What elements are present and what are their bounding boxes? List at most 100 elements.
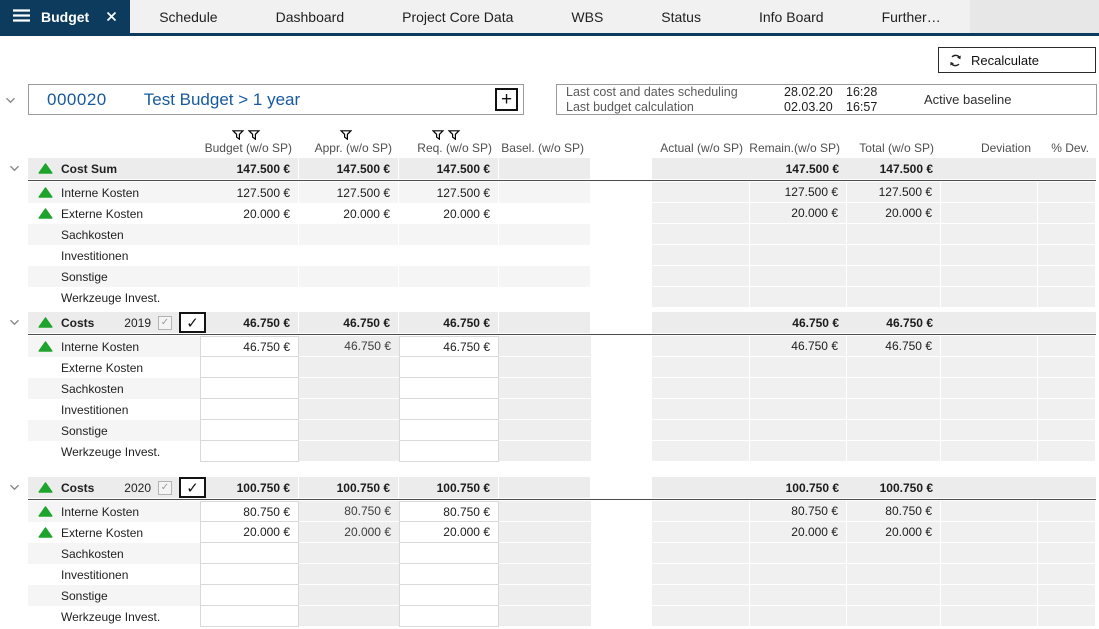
tab-budget[interactable]: Budget	[0, 0, 130, 33]
expand-chevron-icon[interactable]	[9, 484, 20, 491]
column-gap	[591, 477, 652, 498]
close-icon[interactable]	[106, 11, 117, 22]
column-header-budget[interactable]: Budget (w/o SP)	[200, 120, 299, 158]
cell-pdev	[1038, 312, 1096, 333]
info-label: Last cost and dates scheduling	[566, 85, 784, 99]
cell-budget[interactable]	[200, 543, 299, 564]
cell-budget[interactable]	[200, 564, 299, 585]
cell-req[interactable]	[399, 420, 499, 441]
recalculate-button[interactable]: Recalculate	[938, 47, 1096, 73]
cell-budget[interactable]	[200, 441, 299, 462]
project-name[interactable]: Test Budget > 1 year	[144, 90, 300, 110]
column-header-basel[interactable]: Basel. (w/o SP)	[499, 120, 591, 158]
column-gap	[591, 245, 652, 266]
tab-dashboard[interactable]: Dashboard	[247, 0, 374, 33]
cell-remain	[750, 266, 847, 287]
cell-budget: 147.500 €	[200, 158, 299, 179]
cell-budget[interactable]	[200, 420, 299, 441]
cell-budget[interactable]	[200, 606, 299, 627]
cell-appr: 20.000 €	[299, 522, 399, 543]
hamburger-icon[interactable]	[13, 9, 30, 25]
cell-req[interactable]: 80.750 €	[399, 501, 499, 522]
cell-remain	[750, 543, 847, 564]
tab-wbs[interactable]: WBS	[542, 0, 632, 33]
info-label: Last budget calculation	[566, 100, 784, 114]
tab-further[interactable]: Further…	[853, 0, 970, 33]
tab-project-core-data[interactable]: Project Core Data	[373, 0, 542, 33]
baseline-checkbox[interactable]: ✓	[158, 316, 172, 330]
cell-req[interactable]	[399, 606, 499, 627]
filter-icons	[232, 127, 260, 137]
table-row: Werkzeuge Invest.	[0, 441, 1096, 462]
expand-chevron-icon[interactable]	[9, 165, 20, 172]
tab-status[interactable]: Status	[632, 0, 730, 33]
cell-req[interactable]: 46.750 €	[399, 336, 499, 357]
cell-req[interactable]	[399, 564, 499, 585]
cell-req[interactable]	[399, 543, 499, 564]
tabbar-trailing-area	[970, 0, 1099, 33]
cell-req[interactable]	[399, 399, 499, 420]
column-gap	[591, 287, 652, 308]
cell-pdev	[1038, 585, 1096, 606]
trend-up-icon	[38, 482, 53, 493]
cell-actual	[652, 182, 750, 203]
approval-checkbox[interactable]: ✓	[179, 312, 206, 333]
cell-budget[interactable]: 80.750 €	[200, 501, 299, 522]
row-label-cell: Investitionen	[28, 245, 200, 266]
cell-budget[interactable]: 20.000 €	[200, 522, 299, 543]
info-date: 02.03.20	[784, 100, 846, 114]
cell-budget[interactable]	[200, 357, 299, 378]
cell-appr: 46.750 €	[299, 336, 399, 357]
cell-remain: 46.750 €	[750, 336, 847, 357]
row-label-cell: Externe Kosten	[28, 203, 200, 224]
project-collapse-chevron-icon[interactable]	[5, 91, 16, 109]
row-label-cell: Sachkosten	[28, 224, 200, 245]
cell-req[interactable]	[399, 585, 499, 606]
cell-req[interactable]	[399, 378, 499, 399]
trend-up-icon	[38, 317, 53, 328]
row-gutter	[0, 441, 28, 462]
filter-icons	[340, 127, 352, 137]
tab-schedule[interactable]: Schedule	[130, 0, 246, 33]
info-time: 16:57	[846, 100, 894, 114]
cell-deviation	[941, 522, 1038, 543]
baseline-checkbox[interactable]: ✓	[158, 481, 172, 495]
add-budget-button[interactable]: +	[495, 88, 518, 111]
cell-budget[interactable]	[200, 585, 299, 606]
table-row: Investitionen	[0, 245, 1096, 266]
cell-budget[interactable]	[200, 399, 299, 420]
column-header-appr[interactable]: Appr. (w/o SP)	[299, 120, 399, 158]
cell-req[interactable]	[399, 357, 499, 378]
cell-basel	[499, 543, 591, 564]
column-header-req[interactable]: Req. (w/o SP)	[399, 120, 499, 158]
trend-up-icon	[38, 527, 53, 538]
row-label: Externe Kosten	[61, 207, 143, 221]
tab-info-board[interactable]: Info Board	[730, 0, 853, 33]
cell-actual	[652, 585, 750, 606]
column-header-deviation[interactable]: Deviation	[941, 120, 1038, 158]
cell-remain	[750, 420, 847, 441]
column-header-actual[interactable]: Actual (w/o SP)	[652, 120, 750, 158]
column-gap	[591, 564, 652, 585]
cell-budget[interactable]: 46.750 €	[200, 336, 299, 357]
cell-actual	[652, 543, 750, 564]
cell-total	[847, 564, 941, 585]
cell-appr	[299, 224, 399, 245]
column-header-remain[interactable]: Remain.(w/o SP)	[750, 120, 847, 158]
cell-req[interactable]	[399, 441, 499, 462]
row-label-cell: Werkzeuge Invest.	[28, 606, 200, 627]
row-label-cell: Externe Kosten	[28, 522, 200, 543]
row-label: Investitionen	[61, 403, 128, 417]
column-gap	[591, 585, 652, 606]
cell-budget[interactable]	[200, 378, 299, 399]
cell-pdev	[1038, 336, 1096, 357]
cell-req: 147.500 €	[399, 158, 499, 179]
column-header-pdev[interactable]: % Dev.	[1038, 120, 1096, 158]
cell-total	[847, 266, 941, 287]
approval-checkbox[interactable]: ✓	[179, 477, 206, 498]
cell-req[interactable]: 20.000 €	[399, 522, 499, 543]
expand-chevron-icon[interactable]	[9, 319, 20, 326]
project-code[interactable]: 000020	[47, 90, 107, 110]
column-header-total[interactable]: Total (w/o SP)	[847, 120, 941, 158]
project-header-box: 000020 Test Budget > 1 year +	[28, 84, 524, 115]
